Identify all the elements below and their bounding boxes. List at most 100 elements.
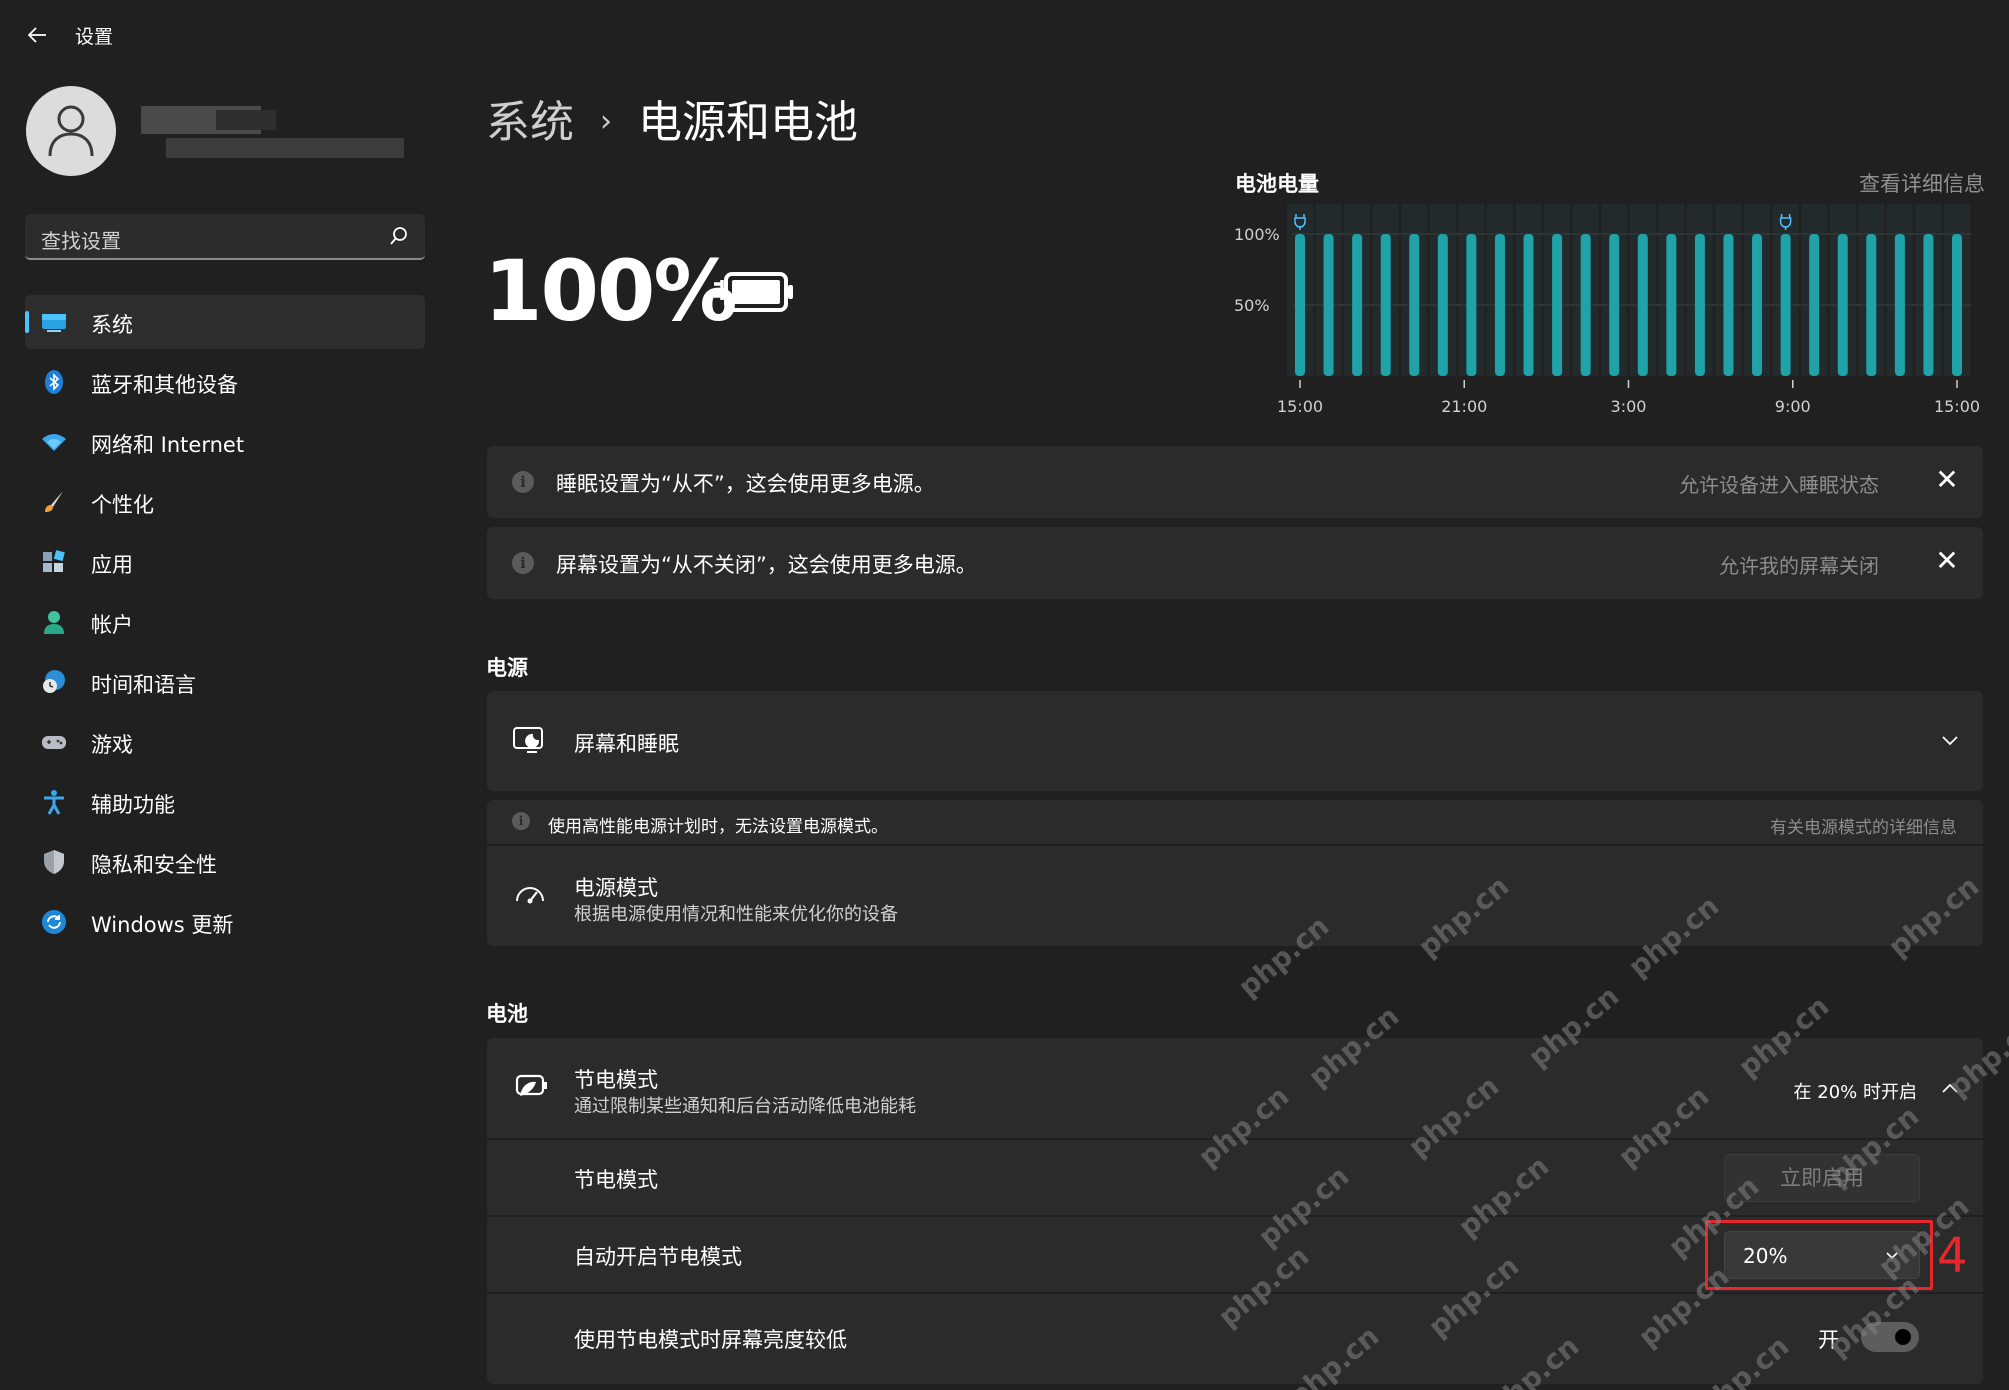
screen-sleep-row[interactable]: 屏幕和睡眠 bbox=[487, 691, 1983, 791]
sidebar-item-privacy[interactable]: 隐私和安全性 bbox=[25, 835, 425, 889]
toggle-state-label: 开 bbox=[1818, 1328, 1839, 1352]
sidebar-item-apps[interactable]: 应用 bbox=[25, 535, 425, 589]
screen-sleep-label: 屏幕和睡眠 bbox=[574, 732, 679, 756]
gamepad-icon bbox=[42, 736, 66, 749]
user-profile[interactable] bbox=[26, 86, 426, 178]
sidebar-item-gaming[interactable]: 游戏 bbox=[25, 715, 425, 769]
breadcrumb-parent[interactable]: 系统 bbox=[486, 97, 574, 148]
arrow-left-icon bbox=[27, 27, 46, 43]
blurred-email bbox=[166, 138, 404, 158]
section-title-battery: 电池 bbox=[486, 1002, 528, 1026]
battery-charging-icon bbox=[714, 272, 793, 312]
chart-x-tick-label: 21:00 bbox=[1441, 397, 1487, 416]
info-icon: i bbox=[512, 552, 534, 574]
chart-bar[interactable] bbox=[1894, 234, 1905, 376]
accessibility-icon bbox=[44, 790, 64, 815]
power-mode-notice: i 使用高性能电源计划时，无法设置电源模式。 有关电源模式的详细信息 bbox=[487, 800, 1983, 844]
chart-bar[interactable] bbox=[1352, 234, 1363, 376]
shield-icon bbox=[44, 850, 64, 874]
chart-bar[interactable] bbox=[1466, 234, 1477, 376]
sidebar-item-label: 应用 bbox=[91, 553, 133, 577]
power-mode-details-link[interactable]: 有关电源模式的详细信息 bbox=[1770, 813, 1957, 838]
chart-bar[interactable] bbox=[1552, 234, 1563, 376]
sidebar-item-bluetooth[interactable]: 蓝牙和其他设备 bbox=[25, 355, 425, 409]
chart-bar[interactable] bbox=[1323, 234, 1334, 376]
chevron-up-icon[interactable] bbox=[1941, 1081, 1959, 1095]
chart-bar[interactable] bbox=[1580, 234, 1591, 376]
power-mode-row: 电源模式 根据电源使用情况和性能来优化你的设备 bbox=[487, 846, 1983, 946]
chart-bar[interactable] bbox=[1752, 234, 1763, 376]
wifi-icon bbox=[42, 434, 66, 451]
sidebar-item-label: 蓝牙和其他设备 bbox=[91, 373, 238, 397]
avatar[interactable] bbox=[26, 86, 116, 176]
allow-sleep-link[interactable]: 允许设备进入睡眠状态 bbox=[1679, 469, 1879, 498]
sidebar-item-network[interactable]: 网络和 Internet bbox=[25, 415, 425, 469]
globe-clock-icon bbox=[43, 670, 65, 693]
sidebar-item-accessibility[interactable]: 辅助功能 bbox=[25, 775, 425, 829]
search-input[interactable]: 查找设置 bbox=[25, 214, 425, 260]
sidebar-item-time-language[interactable]: 时间和语言 bbox=[25, 655, 425, 709]
brush-icon bbox=[45, 491, 63, 512]
chart-bar[interactable] bbox=[1494, 234, 1505, 376]
battery-level-chart: 100% 50% 15:00 21:00 3:00 9:00 15:00 bbox=[1234, 204, 1980, 416]
chart-bar[interactable] bbox=[1437, 234, 1448, 376]
chart-bar[interactable] bbox=[1923, 234, 1934, 376]
sidebar-item-label: 时间和语言 bbox=[91, 673, 196, 697]
back-button[interactable] bbox=[20, 18, 54, 52]
sidebar-item-accounts[interactable]: 帐户 bbox=[25, 595, 425, 649]
power-mode-description: 根据电源使用情况和性能来优化你的设备 bbox=[574, 904, 898, 925]
update-icon bbox=[42, 910, 66, 934]
screen-notice: i 屏幕设置为“从不关闭”，这会使用更多电源。 允许我的屏幕关闭 ✕ bbox=[487, 527, 1983, 599]
chart-y-tick-label: 100% bbox=[1234, 225, 1280, 244]
chart-bar[interactable] bbox=[1694, 234, 1705, 376]
search-placeholder: 查找设置 bbox=[41, 229, 121, 253]
bluetooth-icon bbox=[45, 370, 63, 394]
step-number: 4 bbox=[1937, 1228, 1968, 1284]
sidebar-nav: 系统 蓝牙和其他设备 网络和 Internet 个性化 应用 帐户 时间和语言 … bbox=[25, 295, 425, 955]
sidebar-item-personalization[interactable]: 个性化 bbox=[25, 475, 425, 529]
chart-bar[interactable] bbox=[1723, 234, 1734, 376]
info-icon: i bbox=[512, 471, 534, 493]
chevron-down-icon[interactable] bbox=[1941, 733, 1959, 747]
close-icon[interactable]: ✕ bbox=[1933, 547, 1961, 575]
chart-x-tick-label: 15:00 bbox=[1934, 397, 1980, 416]
chart-bar[interactable] bbox=[1380, 234, 1391, 376]
power-mode-notice-text: 使用高性能电源计划时，无法设置电源模式。 bbox=[548, 817, 888, 837]
sidebar-item-label: 辅助功能 bbox=[91, 793, 175, 817]
chart-bar[interactable] bbox=[1837, 234, 1848, 376]
sidebar-item-windows-update[interactable]: Windows 更新 bbox=[25, 895, 425, 949]
title-bar: 设置 bbox=[0, 0, 2009, 72]
chart-x-tick-label: 15:00 bbox=[1277, 397, 1323, 416]
allow-screen-off-link[interactable]: 允许我的屏幕关闭 bbox=[1719, 550, 1879, 579]
battery-saver-row[interactable]: 节电模式 通过限制某些通知和后台活动降低电池能耗 在 20% 时开启 bbox=[487, 1038, 1983, 1138]
breadcrumb-separator: › bbox=[600, 104, 612, 139]
battery-saver-now-label: 节电模式 bbox=[574, 1168, 658, 1192]
chart-bar[interactable] bbox=[1609, 234, 1620, 376]
lower-brightness-row: 使用节电模式时屏幕亮度较低 开 bbox=[487, 1294, 1983, 1384]
chart-bar[interactable] bbox=[1637, 234, 1648, 376]
battery-saver-status: 在 20% 时开启 bbox=[1793, 1082, 1917, 1103]
chart-x-tick-label: 3:00 bbox=[1611, 397, 1647, 416]
power-mode-label: 电源模式 bbox=[574, 876, 658, 900]
close-icon[interactable]: ✕ bbox=[1933, 466, 1961, 494]
battery-saver-icon bbox=[515, 1074, 547, 1096]
chart-bar[interactable] bbox=[1666, 234, 1677, 376]
chart-y-tick-label: 50% bbox=[1234, 296, 1270, 315]
search-icon[interactable] bbox=[387, 224, 411, 248]
sidebar-item-label: 网络和 Internet bbox=[91, 433, 245, 457]
chart-bar[interactable] bbox=[1780, 234, 1791, 376]
lower-brightness-toggle[interactable] bbox=[1861, 1322, 1919, 1352]
chart-bar[interactable] bbox=[1809, 234, 1820, 376]
highlight-box bbox=[1705, 1220, 1933, 1290]
chart-bar[interactable] bbox=[1866, 234, 1877, 376]
turn-on-now-button[interactable]: 立即启用 bbox=[1724, 1154, 1920, 1202]
chart-bar[interactable] bbox=[1523, 234, 1534, 376]
chart-bar[interactable] bbox=[1409, 234, 1420, 376]
chart-bar[interactable] bbox=[1295, 234, 1305, 376]
auto-saver-label: 自动开启节电模式 bbox=[574, 1245, 742, 1269]
view-details-link[interactable]: 查看详细信息 bbox=[1859, 168, 1985, 198]
sidebar-item-system[interactable]: 系统 bbox=[25, 295, 425, 349]
page-title: 电源和电池 bbox=[638, 97, 858, 148]
battery-percent: 100% bbox=[484, 242, 738, 340]
chart-bar[interactable] bbox=[1952, 234, 1962, 376]
